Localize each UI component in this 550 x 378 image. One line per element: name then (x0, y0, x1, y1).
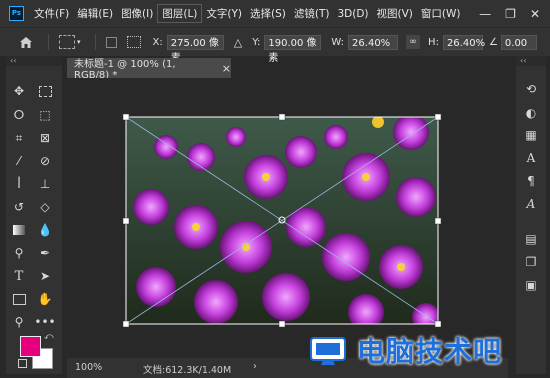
link-icon[interactable]: ∞ (406, 35, 421, 49)
healing-icon[interactable]: ⊘ (36, 152, 54, 170)
close-button[interactable]: ✕ (530, 7, 540, 21)
adjust-icon[interactable]: ◐ (523, 105, 539, 121)
hand-icon[interactable]: ✋ (36, 290, 54, 308)
default-colors-icon[interactable] (18, 359, 27, 368)
type-icon[interactable]: T (10, 267, 28, 285)
chevron-down-icon[interactable]: ▾ (77, 38, 81, 46)
glyphs-icon[interactable]: A (523, 196, 539, 212)
reference-point-icon[interactable] (59, 35, 75, 49)
watermark-text: 电脑技术吧 (357, 335, 503, 368)
menu-filter[interactable]: 滤镜(T) (290, 6, 334, 21)
reference-toggle-checkbox[interactable] (105, 36, 117, 48)
gradient-icon[interactable] (10, 221, 28, 239)
menu-bar: Ps 文件(F) 编辑(E) 图像(I) 图层(L) 文字(Y) 选择(S) 滤… (0, 0, 550, 27)
zoom-icon[interactable]: ⚲ (10, 313, 28, 331)
angle-icon: ∠ (488, 36, 498, 48)
x-field[interactable]: 275.00 像素 (166, 34, 224, 64)
document-info: 文档:612.3K/1.40M (143, 365, 232, 376)
close-tab-icon[interactable]: × (222, 62, 231, 75)
w-label: W: (331, 36, 345, 48)
menu-3d[interactable]: 3D(D) (333, 8, 372, 20)
eyedropper-icon[interactable]: ⁄ (10, 152, 28, 170)
swatches-icon[interactable]: ▦ (523, 127, 539, 143)
dodge-icon[interactable]: ⚲ (10, 244, 28, 262)
menu-select[interactable]: 选择(S) (246, 6, 290, 21)
collapse-left-icon[interactable]: ‹‹ (6, 56, 16, 65)
menu-edit[interactable]: 编辑(E) (73, 6, 117, 21)
menu-window[interactable]: 窗口(W) (417, 6, 465, 21)
reference-grid-icon[interactable] (126, 36, 141, 48)
eraser-icon[interactable]: ◇ (36, 198, 54, 216)
history-icon[interactable]: ⟲ (523, 81, 539, 97)
maximize-button[interactable]: ❐ (505, 7, 516, 21)
crop-icon[interactable]: ⌗ (10, 129, 28, 147)
angle-field[interactable]: 0.00 (500, 34, 537, 50)
move-icon[interactable]: ✥ (10, 82, 28, 100)
properties-icon[interactable]: ▣ (523, 277, 539, 293)
character-icon[interactable]: A (523, 150, 539, 166)
zoom-level[interactable]: 100% (75, 362, 102, 373)
rectangle-icon[interactable] (10, 290, 28, 308)
menu-type[interactable]: 文字(Y) (202, 6, 246, 21)
menu-file[interactable]: 文件(F) (30, 6, 73, 21)
panel-dock: ⟲ ◐ ▦ A ¶ A ▤ ❐ ▣ (516, 66, 546, 374)
minimize-button[interactable]: — (479, 7, 491, 21)
pen-icon[interactable]: ✒ (36, 244, 54, 262)
width-field[interactable]: 26.40% (348, 34, 399, 50)
y-field[interactable]: 190.00 像素 (264, 34, 322, 64)
brush-icon[interactable]: ꟾ (10, 175, 28, 193)
lasso-icon[interactable]: ⵔ (10, 106, 28, 124)
menu-image[interactable]: 图像(I) (117, 6, 157, 21)
app-logo: Ps (9, 6, 24, 21)
channels-icon[interactable]: ▤ (523, 231, 539, 247)
path-select-icon[interactable]: ➤ (36, 267, 54, 285)
canvas-image[interactable] (126, 117, 438, 324)
menu-layer[interactable]: 图层(L) (157, 4, 203, 23)
stamp-icon[interactable]: ⊥ (36, 175, 54, 193)
more-icon[interactable]: ••• (34, 313, 55, 331)
paths-icon[interactable]: ❐ (523, 254, 539, 270)
home-icon[interactable] (18, 35, 34, 49)
frame-icon[interactable]: ⊠ (36, 129, 54, 147)
watermark-logo-icon (310, 337, 346, 365)
history-brush-icon[interactable]: ↺ (10, 198, 28, 216)
swap-colors-icon[interactable]: ⤺ (44, 332, 54, 342)
collapse-right-icon[interactable]: ‹‹ (516, 56, 526, 65)
object-select-icon[interactable]: ⬚ (36, 106, 54, 124)
watermark: 电脑技术吧 (309, 330, 549, 370)
marquee-icon[interactable] (36, 82, 54, 100)
menu-view[interactable]: 视图(V) (373, 6, 417, 21)
document-tab[interactable]: 未标题-1 @ 100% (1, RGB/8) * × (67, 58, 231, 81)
y-label: Y: (252, 36, 261, 48)
status-arrow-icon[interactable]: › (253, 361, 257, 372)
h-label: H: (428, 36, 439, 48)
paragraph-icon[interactable]: ¶ (523, 173, 539, 189)
foreground-color-swatch[interactable] (20, 336, 41, 357)
blur-icon[interactable]: 💧 (36, 221, 54, 239)
height-field[interactable]: 26.40% (442, 34, 485, 50)
x-label: X: (152, 36, 163, 48)
tools-panel: ✥ ⵔ ⬚ ⌗ ⊠ ⁄ ⊘ ꟾ ⊥ ↺ ◇ 💧 ⚲ ✒ T ➤ ✋ ⚲ ••• … (6, 66, 62, 374)
left-collapse-strip[interactable]: ‹‹ (6, 56, 62, 66)
delta-icon[interactable]: △ (234, 36, 242, 49)
options-bar: ▾ X: 275.00 像素 △ Y: 190.00 像素 W: 26.40% … (0, 27, 550, 64)
right-collapse-strip[interactable]: ‹‹ (516, 56, 546, 66)
